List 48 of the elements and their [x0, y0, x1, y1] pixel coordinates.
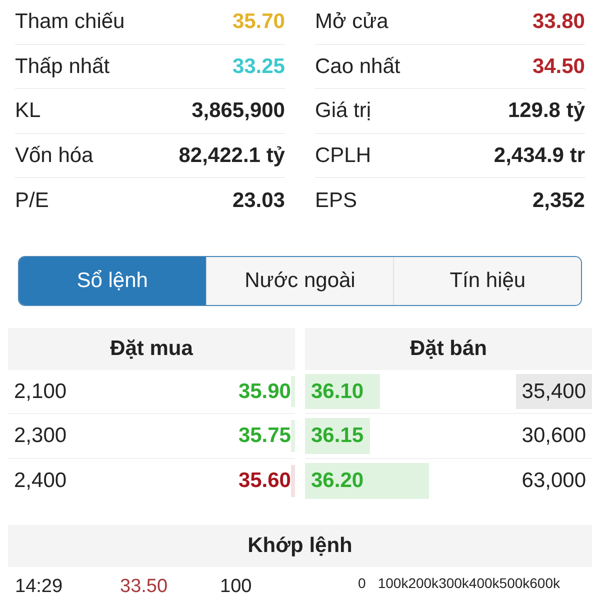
column-header: Đặt bán — [305, 328, 592, 370]
stat-label: Vốn hóa — [15, 142, 94, 168]
stat-label: EPS — [315, 188, 358, 214]
axis-label: 200k — [408, 574, 439, 593]
stat-value: 33.25 — [232, 54, 285, 80]
tab[interactable]: Tín hiệu — [393, 256, 581, 304]
ask-volume: 63,000 — [520, 468, 587, 494]
bid-volume: 2,400 — [14, 468, 67, 494]
bid-volume: 2,300 — [14, 423, 67, 449]
bid-volume: 2,100 — [14, 378, 67, 404]
stat-label: Tham chiếu — [15, 9, 125, 35]
section-header: Khớp lệnh — [8, 525, 592, 567]
stat-label: Cao nhất — [315, 54, 400, 80]
stat-label: P/E — [15, 188, 49, 214]
ask-price: 36.15 — [310, 423, 364, 449]
tab[interactable]: Sổ lệnh — [19, 256, 206, 304]
axis-label: 400k — [468, 574, 500, 593]
trade-volume: 100 — [220, 575, 252, 599]
stat-value: 2,434.9 tr — [494, 142, 585, 168]
trade-price: 33.50 — [120, 575, 169, 599]
bid-price: 35.75 — [238, 423, 292, 449]
axis-label: 100k — [378, 574, 408, 593]
ask-volume: 35,400 — [516, 374, 592, 409]
stat-label: KL — [15, 98, 41, 124]
ask-price: 36.10 — [310, 378, 364, 404]
stat-value: 33.80 — [532, 9, 585, 35]
stat-value: 3,865,900 — [192, 98, 285, 124]
stat-label: Giá trị — [315, 98, 372, 124]
stat-label: CPLH — [315, 142, 372, 168]
stat-value: 35.70 — [232, 9, 285, 35]
stat-value: 2,352 — [532, 188, 585, 214]
axis-label: 500k — [499, 574, 530, 593]
bid-price: 35.60 — [238, 468, 292, 494]
stat-label: Mở cửa — [315, 9, 388, 35]
trade-time: 14:29 — [15, 575, 64, 599]
bid-price: 35.90 — [238, 378, 292, 404]
axis-label: 600k — [530, 574, 560, 593]
column-header: Đặt mua — [8, 328, 295, 370]
stat-value: 129.8 tỷ — [508, 98, 585, 124]
ask-volume: 30,600 — [520, 423, 587, 449]
ask-price: 36.20 — [310, 468, 364, 494]
stat-value: 82,422.1 tỷ — [178, 142, 285, 168]
tab[interactable]: Nước ngoài — [206, 256, 394, 304]
axis-label: 300k — [438, 574, 469, 593]
stat-value: 34.50 — [532, 54, 585, 80]
axis-label: 0 — [358, 574, 366, 593]
stat-label: Thấp nhất — [15, 54, 110, 80]
stat-value: 23.03 — [232, 188, 285, 214]
